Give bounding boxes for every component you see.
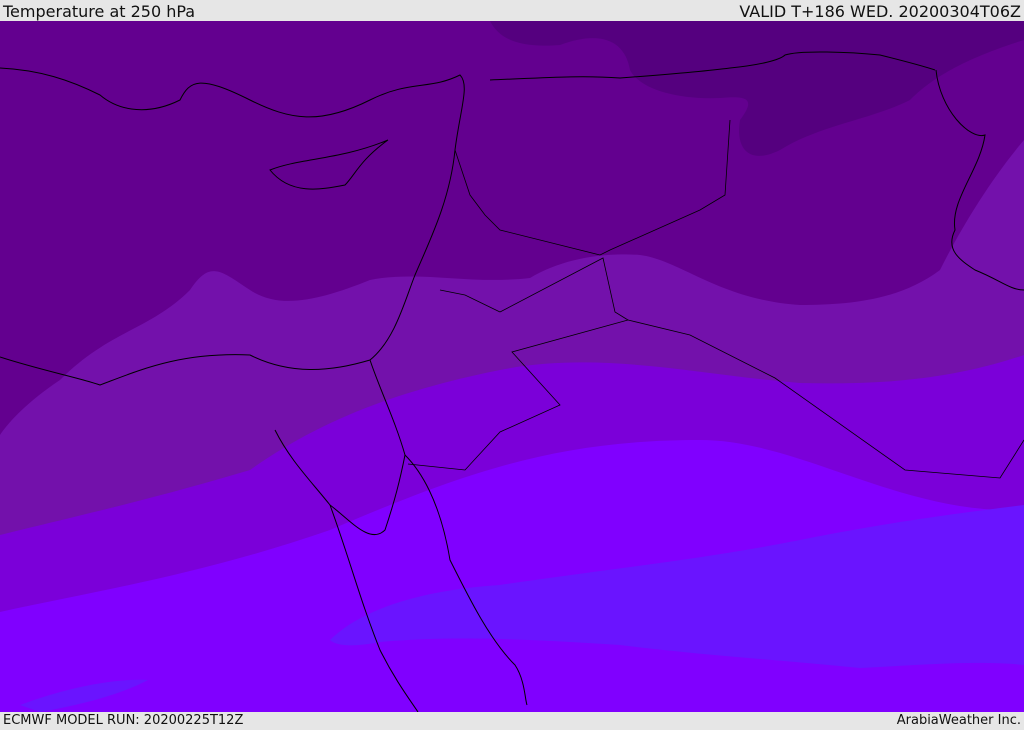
- model-run: ECMWF MODEL RUN: 20200225T12Z: [3, 713, 244, 728]
- header-bar: Temperature at 250 hPa VALID T+186 WED. …: [0, 0, 1024, 21]
- temperature-map: [0, 21, 1024, 712]
- footer-bar: ECMWF MODEL RUN: 20200225T12Z ArabiaWeat…: [0, 712, 1024, 729]
- credit: ArabiaWeather Inc.: [896, 713, 1021, 728]
